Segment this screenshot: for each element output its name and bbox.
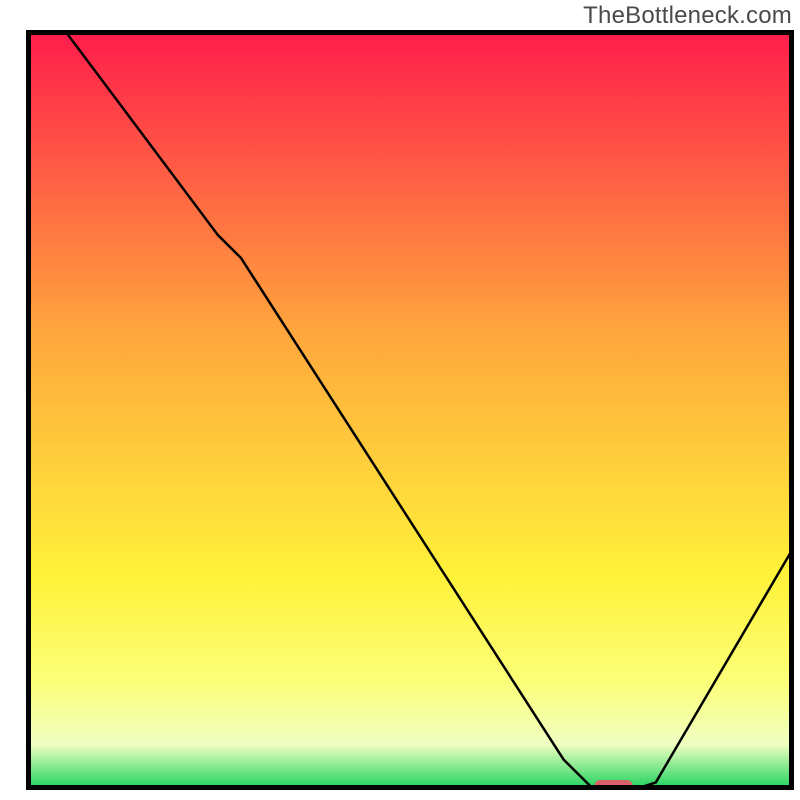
chart-container: TheBottleneck.com [0,0,800,800]
plot-area [26,30,794,790]
plot-border-top [26,30,794,35]
plot-border-left [26,30,31,790]
gradient-background [26,30,794,790]
plot-border-bottom [26,785,794,790]
plot-border-right [789,30,794,790]
watermark-text: TheBottleneck.com [583,2,792,30]
